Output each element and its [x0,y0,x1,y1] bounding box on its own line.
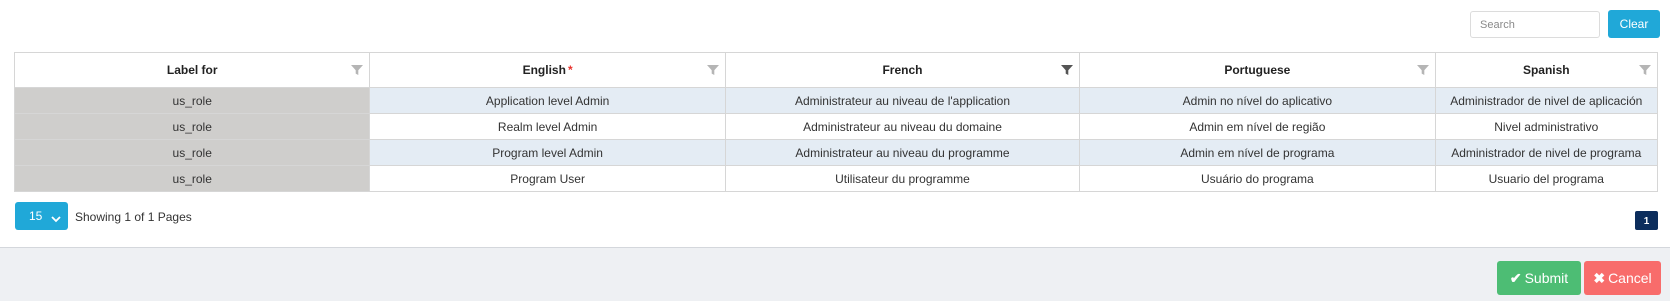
cancel-button[interactable]: ✖ Cancel [1584,261,1661,295]
search-input[interactable] [1470,11,1600,38]
table-cell-spanish[interactable]: Usuario del programa [1434,165,1659,192]
page-button-1[interactable]: 1 [1635,211,1658,230]
table-cell-portuguese[interactable]: Admin em nível de região [1079,113,1436,140]
chevron-down-icon [51,212,61,226]
column-header-english[interactable]: English * [369,52,726,88]
pagination-status: Showing 1 of 1 Pages [75,210,192,224]
column-header-label: English [522,63,566,77]
page-size-value: 15 [29,209,43,223]
table-cell-french[interactable]: Administrateur au niveau de l'applicatio… [724,87,1081,114]
toolbar: Clear [0,10,1660,38]
table-cell-portuguese[interactable]: Admin em nível de programa [1079,139,1436,166]
table-cell-english[interactable]: Program level Admin [369,139,726,166]
table-cell-french[interactable]: Utilisateur du programme [724,165,1081,192]
table-cell-label-for: us_role [13,165,371,192]
column-header-label: Spanish [1522,63,1570,77]
close-icon: ✖ [1593,269,1606,286]
column-header-label: French [882,63,923,77]
table-cell-portuguese[interactable]: Admin no nível do aplicativo [1079,87,1436,114]
table-row: us_role Program level Admin Administrateur… [13,139,1659,166]
pagination-bar: 15 Showing 1 of 1 Pages 1 [15,202,1658,230]
column-header-spanish[interactable]: Spanish [1434,52,1659,88]
filter-icon[interactable] [1416,64,1429,76]
table-cell-english[interactable]: Application level Admin [369,87,726,114]
filter-icon[interactable] [351,64,364,76]
header-row: Label for English * French Portuguese Spanish [13,52,1659,88]
table-cell-label-for: us_role [13,139,371,166]
table-cell-portuguese[interactable]: Usuário do programa [1079,165,1436,192]
column-header-label-for[interactable]: Label for [13,52,371,88]
column-header-french[interactable]: French [724,52,1081,88]
cancel-label: Cancel [1608,269,1652,286]
table-cell-spanish[interactable]: Administrador de nivel de aplicación [1434,87,1659,114]
clear-button[interactable]: Clear [1608,10,1660,38]
translation-table: Label for English * French Portuguese Spanish… [13,52,1659,192]
table-cell-english[interactable]: Realm level Admin [369,113,726,140]
filter-icon[interactable] [1061,64,1074,76]
table-cell-label-for: us_role [13,113,371,140]
table-row: us_role Realm level Admin Administrateur a… [13,113,1659,140]
submit-label: Submit [1524,269,1569,286]
filter-icon[interactable] [1639,64,1651,76]
table-cell-spanish[interactable]: Administrador de nivel de programa [1434,139,1659,166]
table-header: Label for English * French Portuguese Spanish [13,52,1659,88]
check-icon: ✔ [1509,269,1522,286]
table-cell-spanish[interactable]: Nivel administrativo [1434,113,1659,140]
submit-button[interactable]: ✔ Submit [1497,261,1581,295]
page-size-select[interactable]: 15 [15,202,68,230]
required-marker: * [567,63,573,77]
table-cell-label-for: us_role [13,87,371,114]
column-header-label: Portuguese [1224,63,1291,77]
filter-icon[interactable] [706,64,719,76]
table-cell-french[interactable]: Administrateur au niveau du domaine [724,113,1081,140]
table-row: us_role Program User Utilisateur du progra… [13,165,1659,192]
table-cell-english[interactable]: Program User [369,165,726,192]
table-cell-french[interactable]: Administrateur au niveau du programme [724,139,1081,166]
column-header-portuguese[interactable]: Portuguese [1079,52,1436,88]
action-bar: ✔ Submit ✖ Cancel [0,247,1670,301]
table-row: us_role Application level Admin Administra… [13,87,1659,114]
column-header-label: Label for [166,63,218,77]
table-body: us_role Application level Admin Administra… [13,87,1659,192]
